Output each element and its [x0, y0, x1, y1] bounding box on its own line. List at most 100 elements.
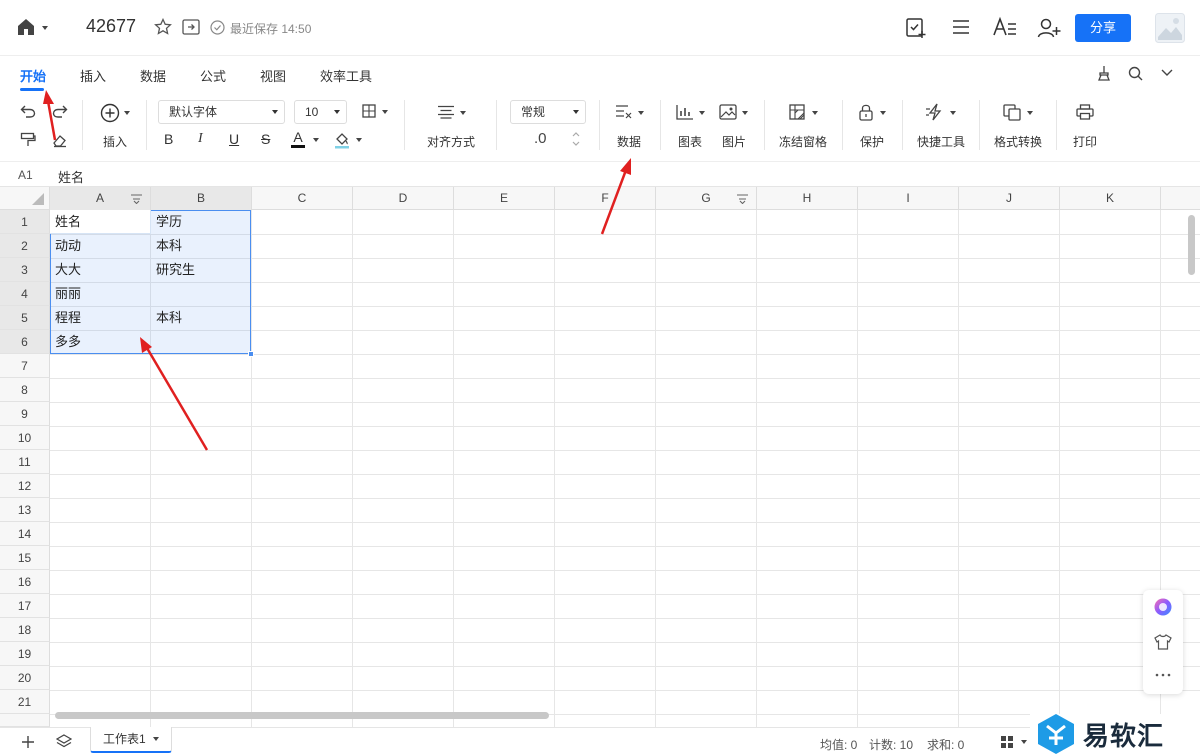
image-label[interactable]: 图片 — [722, 133, 746, 150]
align-caret-icon[interactable] — [460, 111, 466, 115]
horizontal-scrollbar[interactable] — [55, 712, 549, 719]
row-header[interactable]: 14 — [0, 522, 50, 546]
row-header[interactable]: 15 — [0, 546, 50, 570]
column-header-e[interactable]: E — [454, 187, 555, 210]
document-title[interactable]: 42677 — [86, 16, 136, 37]
filter-icon[interactable] — [736, 194, 749, 204]
vertical-scrollbar[interactable] — [1188, 215, 1195, 275]
protect-caret-icon[interactable] — [880, 111, 886, 115]
tab-formula[interactable]: 公式 — [200, 66, 226, 85]
row-header[interactable]: 2 — [0, 234, 50, 258]
brush-clean-icon[interactable] — [1096, 65, 1112, 81]
decimal-stepper[interactable] — [571, 130, 581, 148]
underline-button[interactable]: U — [229, 131, 239, 147]
cell-a6[interactable]: 多多 — [50, 330, 81, 354]
redo-icon[interactable] — [52, 104, 68, 118]
quick-tools-caret-icon[interactable] — [950, 111, 956, 115]
italic-button[interactable]: I — [198, 131, 203, 147]
ai-assistant-icon[interactable] — [1153, 597, 1173, 617]
row-header[interactable]: 1 — [0, 210, 50, 234]
more-options-icon[interactable] — [1154, 672, 1172, 678]
border-caret-icon[interactable] — [382, 110, 388, 114]
cell-b4[interactable] — [151, 282, 156, 306]
sheet-tab[interactable]: 工作表1 — [90, 727, 172, 753]
avatar[interactable] — [1155, 13, 1185, 43]
insert-label[interactable]: 插入 — [103, 133, 127, 150]
protect-label[interactable]: 保护 — [860, 133, 884, 150]
search-icon[interactable] — [1128, 66, 1143, 81]
cell-a4[interactable]: 丽丽 — [50, 282, 81, 306]
sheet-list-layers-icon[interactable] — [56, 734, 72, 749]
freeze-panes-icon[interactable] — [789, 104, 805, 120]
freeze-caret-icon[interactable] — [812, 111, 818, 115]
column-header-c[interactable]: C — [252, 187, 353, 210]
column-header-h[interactable]: H — [757, 187, 858, 210]
cell-b5[interactable]: 本科 — [151, 306, 182, 330]
number-format-select[interactable]: 常规 — [510, 100, 586, 124]
home-menu-caret-icon[interactable] — [42, 26, 48, 30]
freeze-label[interactable]: 冻结窗格 — [779, 133, 827, 150]
row-header[interactable] — [0, 714, 50, 727]
font-color-caret-icon[interactable] — [313, 138, 319, 142]
eraser-icon[interactable] — [52, 132, 68, 148]
align-icon[interactable] — [437, 105, 455, 119]
row-header[interactable]: 16 — [0, 570, 50, 594]
row-header[interactable]: 12 — [0, 474, 50, 498]
cell-a2[interactable]: 动动 — [50, 234, 81, 258]
chart-caret-icon[interactable] — [699, 111, 705, 115]
row-header[interactable]: 17 — [0, 594, 50, 618]
view-caret-icon[interactable] — [1021, 740, 1027, 744]
formula-input[interactable]: 姓名 — [58, 167, 84, 186]
font-color-button[interactable]: A — [291, 130, 305, 148]
row-header[interactable]: 20 — [0, 666, 50, 690]
column-header-i[interactable]: I — [858, 187, 959, 210]
cell-b2[interactable]: 本科 — [151, 234, 182, 258]
row-header[interactable]: 11 — [0, 450, 50, 474]
share-button[interactable]: 分享 — [1075, 14, 1131, 42]
quick-tools-label[interactable]: 快捷工具 — [917, 133, 965, 150]
row-header[interactable]: 6 — [0, 330, 50, 354]
bold-button[interactable]: B — [164, 131, 173, 147]
add-collaborator-icon[interactable] — [1037, 17, 1061, 39]
tab-view[interactable]: 视图 — [260, 66, 286, 85]
chart-label[interactable]: 图表 — [678, 133, 702, 150]
lock-icon[interactable] — [858, 103, 874, 121]
format-convert-icon[interactable] — [1003, 104, 1021, 121]
undo-icon[interactable] — [20, 104, 36, 118]
row-header[interactable]: 19 — [0, 642, 50, 666]
row-header[interactable]: 10 — [0, 426, 50, 450]
row-header[interactable]: 7 — [0, 354, 50, 378]
move-to-folder-icon[interactable] — [182, 19, 200, 35]
data-caret-icon[interactable] — [638, 111, 644, 115]
sheet-tab-caret-icon[interactable] — [153, 737, 159, 741]
cell-a3[interactable]: 大大 — [50, 258, 81, 282]
fill-color-caret-icon[interactable] — [356, 138, 362, 142]
hamburger-menu-icon[interactable] — [952, 19, 970, 35]
insert-plus-icon[interactable] — [100, 103, 120, 123]
column-header-f[interactable]: F — [555, 187, 656, 210]
font-size-select[interactable]: 10 — [294, 100, 347, 124]
row-header[interactable]: 18 — [0, 618, 50, 642]
format-convert-label[interactable]: 格式转换 — [994, 133, 1042, 150]
column-header-j[interactable]: J — [959, 187, 1060, 210]
row-header[interactable]: 13 — [0, 498, 50, 522]
tab-start[interactable]: 开始 — [20, 66, 46, 85]
fill-handle[interactable] — [248, 351, 254, 357]
image-caret-icon[interactable] — [742, 111, 748, 115]
row-header[interactable]: 3 — [0, 258, 50, 282]
font-family-select[interactable]: 默认字体 — [158, 100, 285, 124]
select-all-corner[interactable] — [0, 187, 50, 210]
tab-insert[interactable]: 插入 — [80, 66, 106, 85]
lightning-icon[interactable] — [925, 103, 945, 121]
data-label[interactable]: 数据 — [617, 133, 641, 150]
text-format-icon[interactable] — [992, 16, 1018, 38]
row-header[interactable]: 4 — [0, 282, 50, 306]
border-icon[interactable] — [362, 104, 376, 118]
insert-caret-icon[interactable] — [124, 111, 130, 115]
strikethrough-button[interactable]: S — [261, 131, 270, 147]
skin-theme-icon[interactable] — [1154, 634, 1172, 650]
print-label[interactable]: 打印 — [1073, 133, 1097, 150]
cell-a5[interactable]: 程程 — [50, 306, 81, 330]
column-header-d[interactable]: D — [353, 187, 454, 210]
fill-color-icon[interactable] — [334, 131, 350, 149]
